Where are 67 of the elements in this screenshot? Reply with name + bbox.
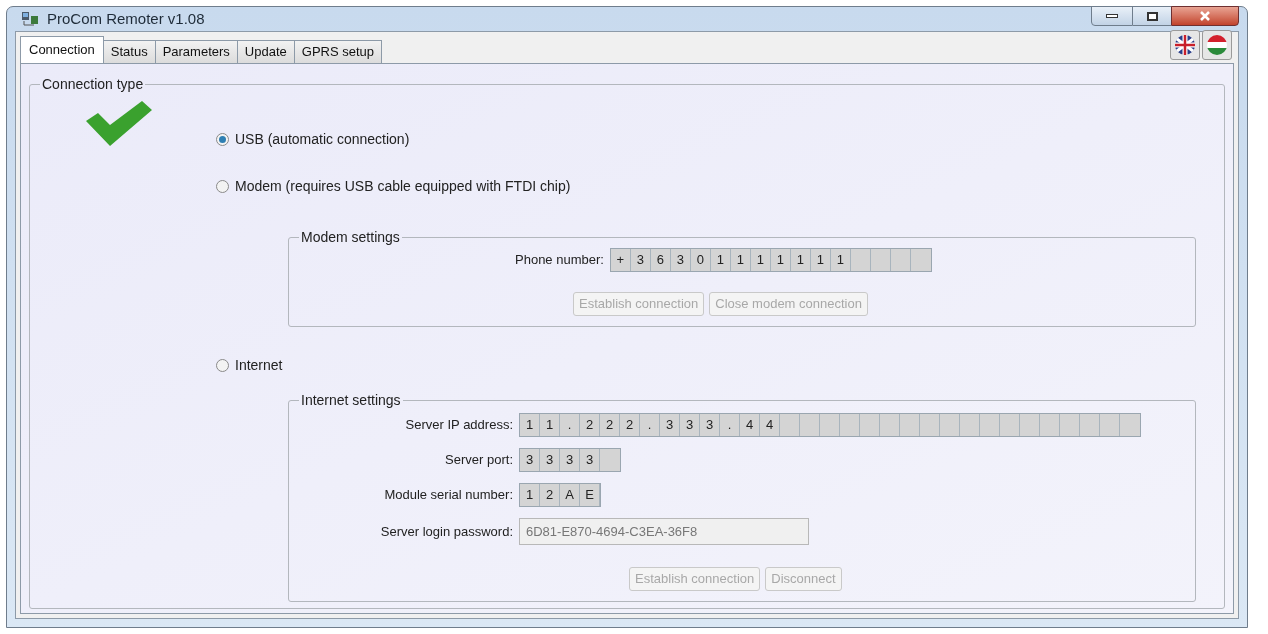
tab[interactable]: GPRS setup	[293, 40, 383, 63]
character-cell: 4	[740, 414, 760, 436]
character-cell: A	[560, 484, 580, 506]
field-label: Module serial number:	[383, 486, 513, 505]
flag-icon	[1206, 34, 1228, 56]
character-cell: .	[560, 414, 580, 436]
character-cell: 1	[790, 249, 811, 271]
character-cell: 6	[650, 249, 671, 271]
character-cell: 1	[730, 249, 751, 271]
password-field[interactable]: 6D81-E870-4694-C3EA-36F8	[519, 518, 809, 545]
character-cell: 3	[560, 449, 580, 471]
field-label: Server IP address:	[404, 416, 513, 435]
character-cell: +	[610, 249, 631, 271]
character-cell: 2	[620, 414, 640, 436]
character-cell: 1	[520, 484, 540, 506]
character-cell: 0	[690, 249, 711, 271]
character-cell: 3	[670, 249, 691, 271]
character-cell: 3	[520, 449, 540, 471]
tab[interactable]: Status	[102, 40, 156, 63]
minimize-button[interactable]	[1091, 6, 1133, 26]
close-icon	[1199, 11, 1211, 21]
tab[interactable]: Parameters	[154, 40, 238, 63]
character-cell: 3	[660, 414, 680, 436]
character-cell: 3	[630, 249, 651, 271]
english-flag-button[interactable]	[1170, 30, 1200, 60]
character-cell: 3	[540, 449, 560, 471]
character-cell: 3	[680, 414, 700, 436]
character-cell: 1	[540, 414, 560, 436]
radio-button[interactable]	[216, 133, 229, 146]
flag-icon	[1174, 34, 1196, 56]
tab[interactable]: Connection	[20, 36, 104, 63]
character-cell: 1	[830, 249, 851, 271]
character-cells-field[interactable]: + 3 6 3 0 1 1 1 1 1 1 1	[609, 248, 932, 272]
radio-label: Internet	[235, 356, 283, 375]
tab[interactable]: Update	[236, 40, 295, 63]
character-cell: 1	[810, 249, 831, 271]
hungarian-flag-button[interactable]	[1202, 30, 1232, 60]
window-title: ProCom Remoter v1.08	[47, 8, 205, 29]
close-button[interactable]	[1171, 6, 1239, 26]
character-cell: 2	[600, 414, 620, 436]
radio-button[interactable]	[216, 359, 229, 372]
radio-label: Modem (requires USB cable equipped with FTDI chip)	[235, 177, 571, 196]
character-cells-field[interactable]: 3 3 3 3	[519, 448, 621, 472]
field-label: Phone number:	[515, 251, 604, 270]
group-title: Internet settings	[300, 391, 402, 410]
character-cell: 1	[710, 249, 731, 271]
character-cell: 1	[750, 249, 771, 271]
character-cell: 3	[700, 414, 720, 436]
character-cells-field[interactable]: 1 2 A E	[519, 483, 601, 507]
field-label: Server login password:	[379, 522, 513, 541]
radio-label: USB (automatic connection)	[235, 130, 410, 149]
character-cell: .	[720, 414, 740, 436]
app-icon	[21, 11, 39, 27]
character-cell: 3	[580, 449, 600, 471]
maximize-button[interactable]	[1133, 6, 1171, 26]
character-cell: 1	[770, 249, 791, 271]
character-cell: .	[640, 414, 660, 436]
character-cell: 4	[760, 414, 780, 436]
group-title: Connection type	[41, 75, 145, 94]
character-cell: 2	[540, 484, 560, 506]
character-cell: E	[580, 484, 600, 506]
group-title: Modem settings	[300, 228, 401, 247]
character-cell: 1	[520, 414, 540, 436]
radio-button[interactable]	[216, 180, 229, 193]
character-cell: 2	[580, 414, 600, 436]
field-label: Server port:	[444, 451, 513, 470]
character-cells-field[interactable]: 1 1 . 2 2 2 . 3 3 3 . 4 4	[519, 413, 1141, 437]
